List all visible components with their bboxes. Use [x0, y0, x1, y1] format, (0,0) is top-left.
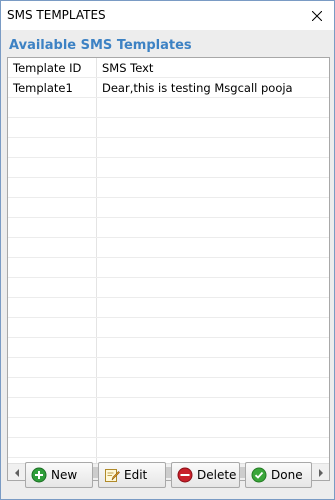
grid-body: Template ID SMS Text Template1 Dear,this is…: [8, 58, 329, 463]
empty-cell: [97, 218, 329, 238]
empty-cell: [97, 298, 329, 318]
column-header-template-id: Template ID: [13, 61, 82, 75]
empty-cell: [8, 418, 97, 438]
empty-cell: [8, 118, 97, 138]
minus-circle-icon: [177, 467, 193, 483]
empty-cell: [97, 198, 329, 218]
column-header-sms-text: SMS Text: [102, 61, 154, 75]
empty-cell: [97, 178, 329, 198]
delete-button[interactable]: Delete: [171, 462, 240, 488]
empty-cell: [8, 338, 97, 358]
title-bar[interactable]: SMS TEMPLATES: [1, 1, 334, 30]
empty-cell: [97, 98, 329, 118]
empty-cell: [97, 418, 329, 438]
section-title: Available SMS Templates: [9, 38, 192, 53]
empty-table-row: [8, 218, 329, 238]
empty-table-row: [8, 378, 329, 398]
empty-table-row: [8, 418, 329, 438]
empty-table-row: [8, 138, 329, 158]
empty-table-row: [8, 278, 329, 298]
empty-cell: [8, 198, 97, 218]
done-button[interactable]: Done: [245, 462, 312, 488]
empty-cell: [97, 378, 329, 398]
empty-cell: [97, 258, 329, 278]
edit-button-label: Edit: [124, 468, 148, 482]
empty-table-row: [8, 258, 329, 278]
new-button[interactable]: New: [25, 462, 93, 488]
scroll-left-button[interactable]: [8, 464, 25, 480]
empty-cell: [8, 258, 97, 278]
empty-table-row: [8, 338, 329, 358]
empty-table-row: [8, 118, 329, 138]
close-button[interactable]: [300, 1, 334, 30]
new-button-label: New: [51, 468, 78, 482]
cell-sms-text: Dear,this is testing Msgcall pooja: [102, 81, 293, 95]
empty-cell: [8, 378, 97, 398]
empty-table-row: [8, 238, 329, 258]
empty-cell: [8, 398, 97, 418]
scroll-right-button[interactable]: [312, 464, 329, 480]
empty-cell: [8, 278, 97, 298]
empty-table-row: [8, 98, 329, 118]
empty-table-row: [8, 318, 329, 338]
chevron-right-icon: [318, 468, 323, 477]
empty-cell: [97, 118, 329, 138]
empty-table-row: [8, 198, 329, 218]
empty-table-row: [8, 398, 329, 418]
empty-cell: [97, 338, 329, 358]
window-title: SMS TEMPLATES: [7, 8, 106, 22]
empty-cell: [8, 158, 97, 178]
close-icon: [312, 10, 322, 21]
table-header-row: Template ID SMS Text: [8, 58, 329, 78]
delete-button-label: Delete: [197, 468, 237, 482]
empty-cell: [8, 358, 97, 378]
empty-cell: [97, 358, 329, 378]
empty-table-row: [8, 158, 329, 178]
done-button-label: Done: [271, 468, 303, 482]
empty-cell: [97, 238, 329, 258]
empty-cell: [97, 278, 329, 298]
empty-cell: [97, 138, 329, 158]
empty-table-row: [8, 358, 329, 378]
empty-cell: [8, 318, 97, 338]
empty-cell: [8, 98, 97, 118]
check-circle-icon: [251, 467, 267, 483]
empty-cell: [8, 218, 97, 238]
empty-cell: [8, 138, 97, 158]
sms-templates-window: SMS TEMPLATES Available SMS Templates Te…: [0, 0, 335, 500]
empty-table-row: [8, 438, 329, 458]
table-row[interactable]: Template1 Dear,this is testing Msgcall po…: [8, 78, 329, 98]
templates-grid[interactable]: Template ID SMS Text Template1 Dear,this is…: [7, 57, 330, 481]
cell-template-id: Template1: [13, 81, 73, 95]
content-area: Available SMS Templates Template ID SMS T…: [1, 30, 334, 499]
empty-cell: [8, 438, 97, 458]
edit-button[interactable]: Edit: [98, 462, 166, 488]
empty-cell: [8, 238, 97, 258]
empty-cell: [97, 158, 329, 178]
plus-circle-icon: [31, 467, 47, 483]
empty-table-row: [8, 298, 329, 318]
empty-cell: [8, 298, 97, 318]
empty-cell: [8, 178, 97, 198]
empty-cell: [97, 398, 329, 418]
empty-cell: [97, 318, 329, 338]
pencil-icon: [105, 469, 120, 482]
empty-cell: [97, 438, 329, 458]
empty-table-row: [8, 178, 329, 198]
section-header: Available SMS Templates: [1, 30, 334, 56]
chevron-left-icon: [14, 468, 19, 477]
